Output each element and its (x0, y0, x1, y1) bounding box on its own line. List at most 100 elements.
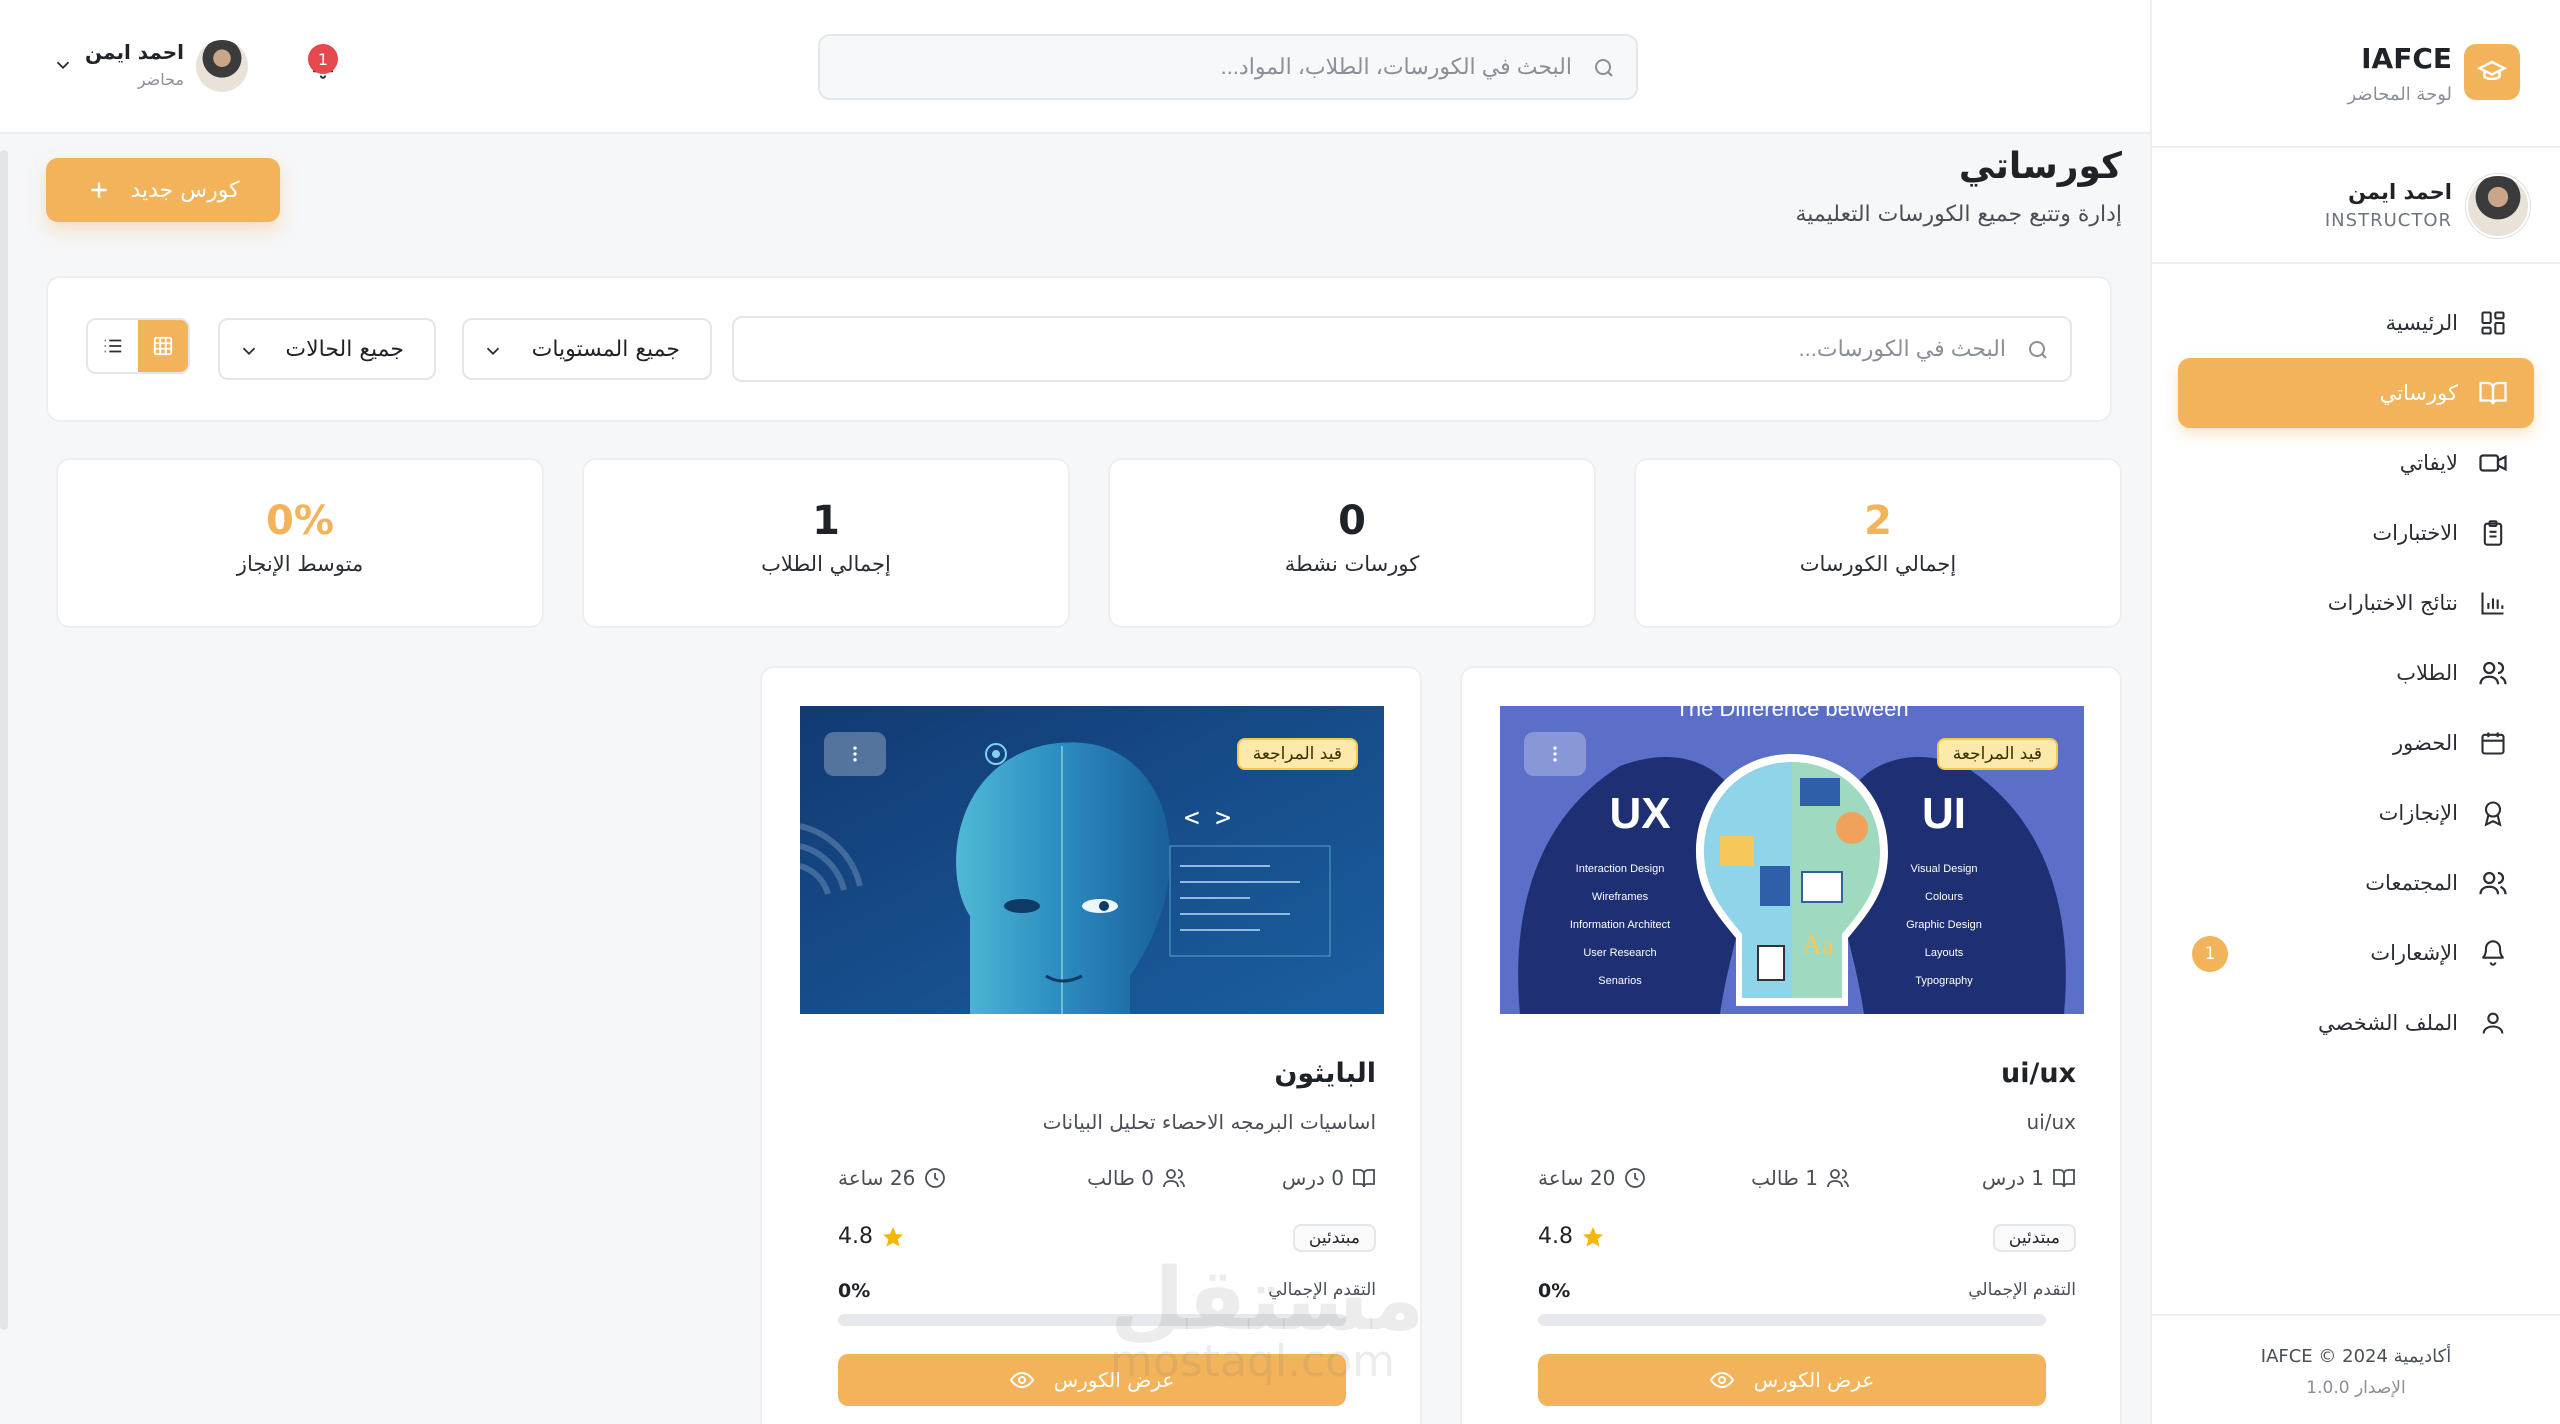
stat-active-courses: 0 كورسات نشطة (1108, 458, 1596, 628)
watermark: مستقل (1110, 1250, 1425, 1350)
level-badge: مبتدئين (1292, 1224, 1376, 1252)
search-icon (2026, 338, 2050, 366)
avatar (2466, 174, 2530, 238)
list-view-button[interactable] (88, 320, 138, 372)
plus-icon (91, 182, 108, 198)
sidebar-item-exam-results[interactable]: نتائج الاختبارات (2178, 568, 2534, 638)
new-course-label: كورس جديد (130, 177, 240, 203)
thumb-text: Colours (1925, 891, 1963, 903)
sidebar-item-label: الحضور (2393, 731, 2458, 755)
star-icon (883, 1226, 903, 1246)
hours-text: 20 ساعة (1538, 1166, 1616, 1190)
scrollbar[interactable] (0, 150, 8, 1330)
status-badge: قيد المراجعة (1936, 738, 2058, 770)
progress-label: التقدم الإجمالي (1968, 1280, 2076, 1300)
card-menu-button[interactable] (1524, 732, 1586, 776)
sidebar-item-label: الرئيسية (2385, 311, 2458, 335)
sidebar-item-attendance[interactable]: الحضور (2178, 708, 2534, 778)
stat-value: 0 (1338, 498, 1366, 544)
view-toggle (86, 318, 190, 374)
stat-label: إجمالي الطلاب (761, 552, 891, 576)
stat-total-courses: 2 إجمالي الكورسات (1634, 458, 2122, 628)
star-icon (1583, 1226, 1603, 1246)
calendar-icon (2476, 726, 2510, 760)
sidebar-item-label: الملف الشخصي (2318, 1011, 2458, 1035)
course-title[interactable]: البايثون (1274, 1058, 1376, 1089)
thumb-ui-label: UI (1922, 789, 1966, 838)
lessons-count: 1 درس (1982, 1166, 2076, 1190)
clipboard-icon (2476, 516, 2510, 550)
thumb-text: Wireframes (1592, 891, 1649, 903)
sidebar-item-label: كورساتي (2379, 381, 2458, 405)
page-title: كورساتي (1958, 146, 2122, 187)
thumb-heading: The Difference between (1675, 706, 1908, 721)
sidebar-item-label: المجتمعات (2365, 871, 2458, 895)
sidebar-footer: أكاديمية IAFCE © 2024 الإصدار 1.0.0 (2152, 1314, 2560, 1424)
version-text: الإصدار 1.0.0 (2306, 1378, 2406, 1398)
status-select[interactable]: جميع الحالات (218, 318, 436, 380)
more-vertical-icon (1553, 746, 1557, 762)
book-open-icon (1353, 1169, 1375, 1188)
topbar: 1 احمد ايمن محاضر (0, 0, 2150, 134)
sidebar-profile: احمد ايمن INSTRUCTOR (2152, 148, 2560, 264)
course-thumbnail: < > قيد المراجعة (800, 706, 1384, 1014)
stat-total-students: 1 إجمالي الطلاب (582, 458, 1070, 628)
thumb-text: Graphic Design (1906, 919, 1982, 931)
sidebar-item-label: لايفاتي (2399, 451, 2458, 475)
sidebar-nav: الرئيسية كورساتي لايفاتي الاختبارات نتائ… (2178, 288, 2534, 1058)
clock-icon (1625, 1168, 1646, 1188)
view-course-label: عرض الكورس (1753, 1368, 1875, 1392)
lessons-count: 0 درس (1282, 1166, 1376, 1190)
code-brackets-icon: < > (1184, 803, 1231, 833)
global-search[interactable] (818, 34, 1638, 100)
thumb-text: Interaction Design (1576, 863, 1665, 875)
global-search-input[interactable] (872, 36, 1572, 98)
sidebar-item-students[interactable]: الطلاب (2178, 638, 2534, 708)
users-icon (2476, 656, 2510, 690)
students-text: 0 طالب (1087, 1166, 1154, 1190)
sidebar-item-notifications[interactable]: الإشعارات 1 (2178, 918, 2534, 988)
grid-icon (153, 336, 173, 356)
new-course-button[interactable]: كورس جديد (46, 158, 280, 222)
sidebar-item-my-courses[interactable]: كورساتي (2178, 358, 2534, 428)
book-open-icon (2053, 1169, 2075, 1188)
sidebar-item-lives[interactable]: لايفاتي (2178, 428, 2534, 498)
copyright-text: أكاديمية IAFCE © 2024 (2260, 1346, 2452, 1367)
level-select[interactable]: جميع المستويات (462, 318, 712, 380)
sidebar-item-communities[interactable]: المجتمعات (2178, 848, 2534, 918)
chevron-down-icon[interactable] (52, 54, 74, 80)
topbar-user-name[interactable]: احمد ايمن (84, 40, 184, 64)
users-icon (1827, 1169, 1849, 1188)
bar-chart-icon (2476, 586, 2510, 620)
card-menu-button[interactable] (824, 732, 886, 776)
thumb-text: Senarios (1598, 975, 1642, 987)
sidebar-item-exams[interactable]: الاختبارات (2178, 498, 2534, 568)
list-icon (104, 339, 122, 353)
avatar[interactable] (196, 40, 248, 92)
students-count: 0 طالب (1087, 1166, 1186, 1190)
grid-view-button[interactable] (138, 320, 188, 372)
sidebar-item-label: الإشعارات (2370, 941, 2458, 965)
course-search[interactable] (732, 316, 2072, 382)
brand-subtitle: لوحة المحاضر (2347, 84, 2453, 105)
sidebar-item-achievements[interactable]: الإنجازات (2178, 778, 2534, 848)
user-icon (2476, 1006, 2510, 1040)
course-search-input[interactable] (766, 318, 2006, 380)
course-title[interactable]: ui/ux (2001, 1058, 2076, 1089)
progress-value: 0% (838, 1280, 871, 1302)
stat-avg-completion: 0% متوسط الإنجاز (56, 458, 544, 628)
filters-panel: جميع المستويات جميع الحالات (46, 276, 2112, 422)
eye-icon (1009, 1371, 1034, 1389)
sidebar-item-home[interactable]: الرئيسية (2178, 288, 2534, 358)
sidebar-item-profile[interactable]: الملف الشخصي (2178, 988, 2534, 1058)
bell-icon (2476, 936, 2510, 970)
page-subtitle: إدارة وتتبع جميع الكورسات التعليمية (1795, 202, 2123, 227)
rating-value: 4.8 (838, 1224, 873, 1249)
users-icon (1163, 1169, 1185, 1188)
level-select-value: جميع المستويات (531, 336, 680, 362)
sidebar-item-label: الإنجازات (2378, 801, 2458, 825)
search-icon (1592, 56, 1616, 84)
view-course-button[interactable]: عرض الكورس (1538, 1354, 2046, 1406)
hours-count: 20 ساعة (1538, 1166, 1647, 1190)
rating: 4.8 (1538, 1224, 1605, 1249)
